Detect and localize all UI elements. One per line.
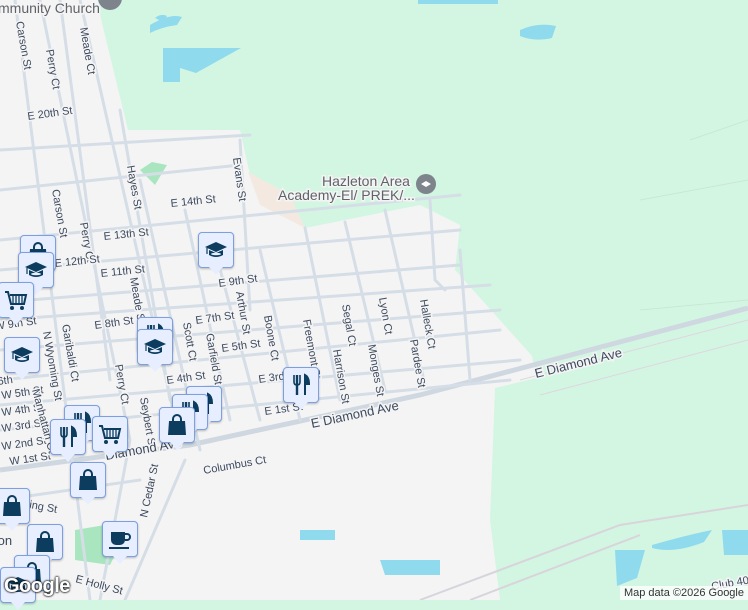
restaurant-icon [56, 425, 80, 449]
school-icon [10, 343, 34, 367]
google-logo: Google [4, 575, 70, 597]
restaurant-marker[interactable] [50, 419, 86, 462]
street-label: 6th [0, 374, 14, 388]
shopping-icon [165, 413, 189, 437]
school-marker[interactable] [198, 232, 234, 275]
school-icon [24, 258, 48, 282]
restaurant-marker[interactable] [283, 367, 319, 410]
shopping-icon [33, 530, 57, 554]
cart-icon [98, 422, 122, 446]
restaurant-icon [289, 373, 313, 397]
school-marker[interactable] [137, 329, 173, 372]
school-icon [143, 335, 167, 359]
shopping-icon [76, 468, 100, 492]
cafe-marker[interactable] [102, 521, 138, 564]
poi-church-label: mmunity Church [0, 0, 100, 16]
coffee-icon [108, 527, 132, 551]
school-poi-label-2: Academy-El/ PREK/... [278, 187, 415, 203]
grocery-marker[interactable] [92, 416, 128, 459]
school-icon [204, 238, 228, 262]
map-canvas[interactable]: mmunity Church Carson St Perry Ct Meade … [0, 0, 748, 600]
shopping-marker[interactable] [159, 407, 195, 450]
shopping-marker[interactable] [0, 488, 30, 531]
school-marker[interactable] [4, 337, 40, 380]
cart-icon [4, 288, 28, 312]
map-attribution[interactable]: Map data ©2026 Google [619, 586, 748, 600]
grocery-marker[interactable] [0, 282, 34, 325]
shopping-icon [0, 494, 24, 518]
shopping-marker[interactable] [70, 462, 106, 505]
street-label: ton [0, 533, 12, 548]
